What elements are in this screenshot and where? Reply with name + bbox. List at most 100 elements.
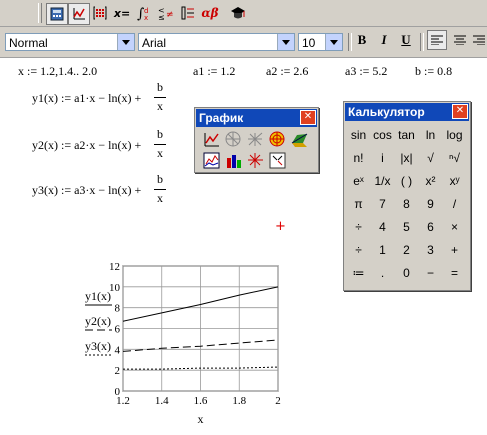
close-icon[interactable]: ✕ — [300, 110, 316, 125]
calc-key-4-4[interactable]: × — [443, 216, 466, 238]
y1-frac-den: x — [157, 99, 163, 113]
calc-key-4-2[interactable]: 5 — [395, 216, 418, 238]
x-tick-label: 1.2 — [116, 395, 130, 407]
graph-palette-icon[interactable] — [68, 3, 90, 25]
close-icon[interactable]: ✕ — [452, 104, 468, 119]
font-select[interactable]: Arial — [138, 33, 295, 51]
y3-definition[interactable]: y3(x) := a3·x − ln(x) + — [32, 183, 141, 198]
calc-key-2-1[interactable]: 1/x — [371, 170, 394, 192]
calc-key-4-1[interactable]: 4 — [371, 216, 394, 238]
calc-key-5-0[interactable]: ÷ — [347, 239, 370, 261]
calc-key-0-4[interactable]: log — [443, 124, 466, 146]
vector-field-icon[interactable] — [225, 152, 244, 171]
xy-plot-icon[interactable] — [203, 131, 222, 150]
a2-definition[interactable]: a2 := 2.6 — [266, 64, 308, 79]
chevron-down-icon[interactable] — [117, 34, 134, 50]
y2-frac-den: x — [157, 146, 163, 160]
calc-key-2-4[interactable]: xʸ — [443, 170, 466, 192]
calc-key-3-2[interactable]: 8 — [395, 193, 418, 215]
align-center-button[interactable] — [450, 30, 470, 50]
calc-key-0-2[interactable]: tan — [395, 124, 418, 146]
calc-key-6-4[interactable]: = — [443, 262, 466, 284]
3d-scatter-icon[interactable] — [291, 131, 310, 150]
surface-plot-icon[interactable] — [247, 131, 266, 150]
boolean-palette-icon[interactable]: < ≤ ≠ — [156, 3, 176, 23]
y-tick-label: 4 — [115, 344, 121, 356]
chevron-down-icon[interactable] — [277, 34, 294, 50]
y-tick-label: 8 — [115, 303, 121, 315]
svg-text:≤: ≤ — [158, 13, 165, 21]
calc-key-6-1[interactable]: . — [371, 262, 394, 284]
matrix-palette-icon[interactable] — [90, 3, 110, 23]
y2-definition[interactable]: y2(x) := a2·x − ln(x) + — [32, 138, 141, 153]
zoom-icon[interactable] — [247, 152, 266, 171]
font-size-select[interactable]: 10 — [298, 33, 343, 51]
calc-key-5-4[interactable]: + — [443, 239, 466, 261]
align-right-button[interactable] — [470, 30, 487, 50]
calc-key-0-0[interactable]: sin — [347, 124, 370, 146]
calc-key-4-3[interactable]: 6 — [419, 216, 442, 238]
contour-plot-icon[interactable] — [269, 131, 288, 150]
eval-label: x= — [113, 6, 131, 20]
italic-button[interactable]: I — [374, 30, 394, 50]
calc-key-6-0[interactable]: ≔ — [347, 262, 370, 284]
insertion-cursor: + — [275, 219, 286, 234]
calc-key-5-3[interactable]: 3 — [419, 239, 442, 261]
polar-plot-icon[interactable] — [225, 131, 244, 150]
calculator-palette-title[interactable]: Калькулятор — [345, 103, 469, 121]
legend-label: y1(x) — [85, 289, 111, 303]
calc-key-3-4[interactable]: / — [443, 193, 466, 215]
graph-palette-title[interactable]: График — [196, 109, 317, 127]
y-tick-label: 2 — [115, 365, 121, 377]
y2-frac-num: b — [157, 127, 163, 141]
calc-key-3-3[interactable]: 9 — [419, 193, 442, 215]
y-tick-label: 6 — [115, 324, 121, 336]
style-select[interactable]: Normal — [5, 33, 135, 51]
a3-definition[interactable]: a3 := 5.2 — [345, 64, 387, 79]
calc-key-0-1[interactable]: cos — [371, 124, 394, 146]
symbolic-palette-icon[interactable] — [228, 3, 248, 23]
fraction-bar — [154, 189, 166, 190]
calc-key-2-3[interactable]: x² — [419, 170, 442, 192]
calc-key-1-0[interactable]: n! — [347, 147, 370, 169]
align-center-icon — [454, 35, 466, 45]
underline-label: U — [401, 32, 411, 47]
calc-key-2-2[interactable]: ( ) — [395, 170, 418, 192]
calc-key-0-3[interactable]: ln — [419, 124, 442, 146]
calc-key-4-0[interactable]: ÷ — [347, 216, 370, 238]
underline-button[interactable]: U — [396, 30, 416, 50]
calc-key-3-1[interactable]: 7 — [371, 193, 394, 215]
calc-key-5-1[interactable]: 1 — [371, 239, 394, 261]
calculus-palette-icon[interactable]: ∫ d x — [134, 3, 154, 23]
calculator-palette-icon[interactable] — [46, 3, 68, 25]
calc-key-6-3[interactable]: − — [419, 262, 442, 284]
calc-key-1-3[interactable]: √ — [419, 147, 442, 169]
b-definition[interactable]: b := 0.8 — [415, 64, 452, 79]
fraction-bar — [154, 97, 166, 98]
font-size-value: 10 — [302, 36, 316, 50]
a1-definition[interactable]: a1 := 1.2 — [193, 64, 235, 79]
range-definition[interactable]: x := 1.2,1.4.. 2.0 — [18, 64, 97, 79]
calc-key-1-4[interactable]: ⁿ√ — [443, 147, 466, 169]
bold-button[interactable]: B — [352, 30, 372, 50]
calc-key-6-2[interactable]: 0 — [395, 262, 418, 284]
y1-definition[interactable]: y1(x) := a1·x − ln(x) + — [32, 91, 141, 106]
calc-key-1-1[interactable]: i — [371, 147, 394, 169]
calc-key-3-0[interactable]: π — [347, 193, 370, 215]
xy-plot[interactable]: 0246810121.2 1.4 1.6 1.8 2y1(x)y2(x)y3(x)x — [78, 258, 288, 426]
calc-key-2-0[interactable]: eˣ — [347, 170, 370, 192]
chevron-down-icon[interactable] — [325, 34, 342, 50]
greek-palette-icon[interactable]: αβ — [200, 3, 220, 23]
3d-bar-icon[interactable] — [203, 152, 222, 171]
toolbar-grip — [38, 3, 42, 23]
y3-frac-num: b — [157, 172, 163, 186]
calc-key-5-2[interactable]: 2 — [395, 239, 418, 261]
x-tick-label: 1.4 — [155, 395, 169, 407]
bold-label: B — [357, 32, 367, 47]
align-left-button[interactable] — [427, 30, 447, 50]
x-axis-label: x — [198, 412, 204, 426]
calc-key-1-2[interactable]: |x| — [395, 147, 418, 169]
trace-icon[interactable] — [269, 152, 288, 171]
evaluation-palette-icon[interactable]: x= — [112, 3, 132, 23]
programming-palette-icon[interactable] — [178, 3, 198, 23]
